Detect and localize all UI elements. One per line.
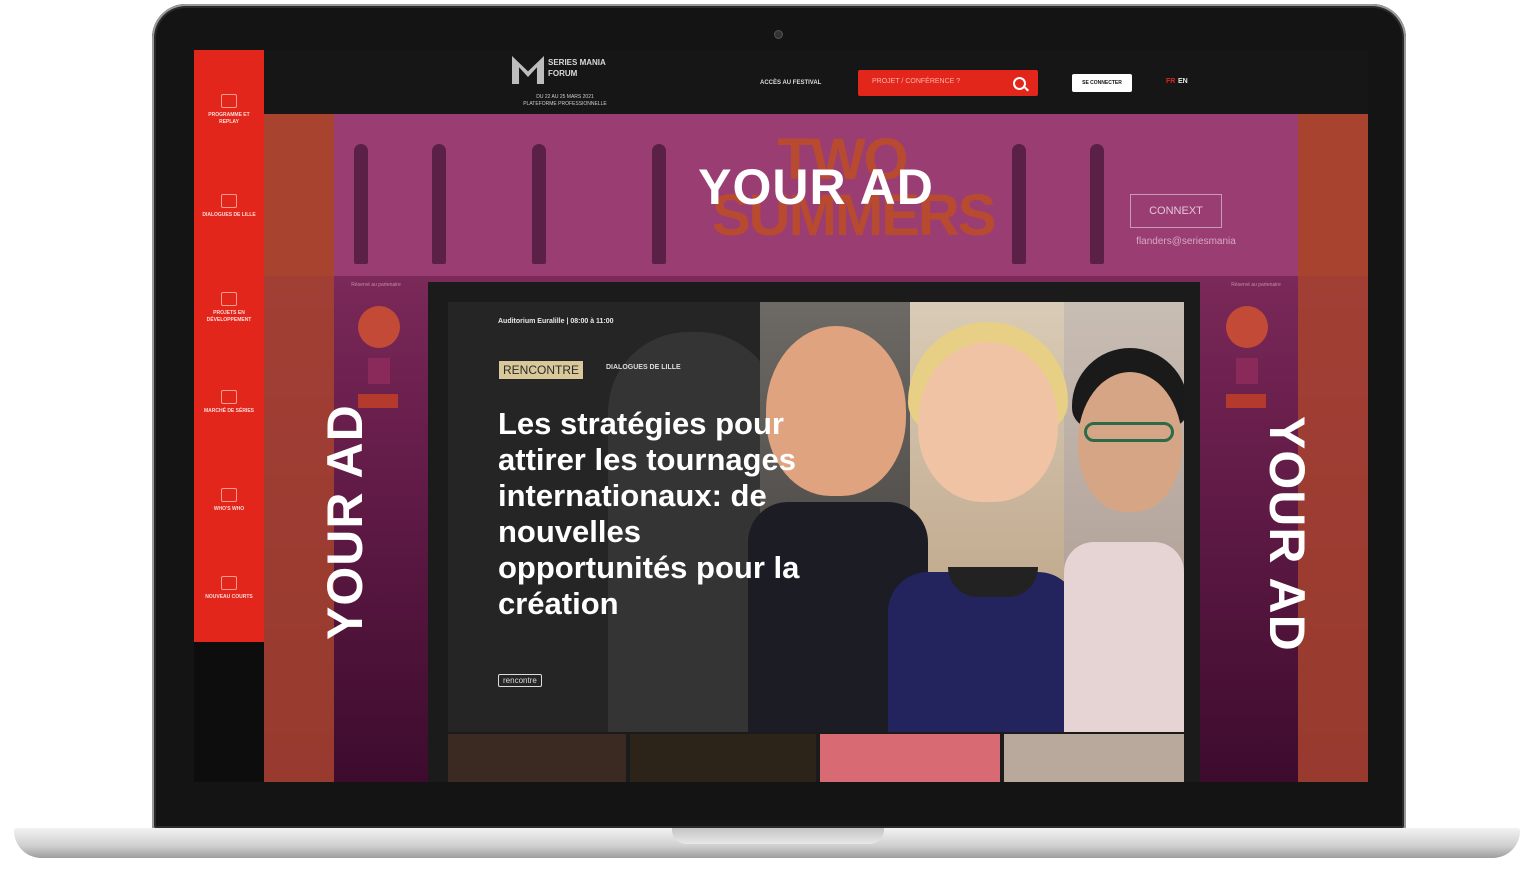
side-ad-badge-icon bbox=[1236, 358, 1258, 384]
lang-en[interactable]: EN bbox=[1178, 78, 1188, 85]
main-content: TWO SUMMERS CONNEXT flanders@seriesmania… bbox=[264, 114, 1368, 782]
sidebar-item-label: PROGRAMME ET REPLAY bbox=[208, 112, 250, 125]
sidebar-item-label: WHO'S WHO bbox=[213, 506, 245, 512]
market-icon bbox=[221, 390, 237, 404]
speaker-3-jacket bbox=[1064, 542, 1184, 732]
sidebar-item-projets[interactable]: PROJETS EN DÉVELOPPEMENT bbox=[198, 292, 260, 324]
hero-section: Auditorium Euralille | 08:00 à 11:00 REN… bbox=[428, 282, 1200, 782]
logo-line2: FORUM bbox=[548, 69, 578, 78]
lang-fr[interactable]: FR bbox=[1166, 78, 1175, 85]
thumbnail-card[interactable] bbox=[820, 734, 1000, 782]
laptop-screen: PROGRAMME ET REPLAY DIALOGUES DE LILLE P… bbox=[194, 50, 1368, 782]
hero-card[interactable]: Auditorium Euralille | 08:00 à 11:00 REN… bbox=[448, 302, 1184, 732]
sidebar-item-courts[interactable]: NOUVEAU COURTS bbox=[198, 576, 260, 601]
side-ad-small-text: Réservé au partenaire bbox=[351, 282, 401, 288]
series-mania-logo-icon[interactable] bbox=[512, 56, 544, 84]
hero-venue: Auditorium Euralille | 08:00 à 11:00 bbox=[498, 318, 614, 325]
sidebar-item-label: PROJETS EN DÉVELOPPEMENT bbox=[206, 310, 252, 323]
sidebar-item-whos-who[interactable]: WHO'S WHO bbox=[198, 488, 260, 513]
search-icon[interactable] bbox=[1013, 77, 1026, 90]
logo-text[interactable]: SERIES MANIA FORUM bbox=[548, 57, 628, 79]
lightbulb-icon bbox=[221, 292, 237, 306]
left-side-ad[interactable]: Réservé au partenaire YOUR AD bbox=[264, 276, 428, 782]
sidebar-item-label: MARCHÉ DE SÉRIES bbox=[203, 408, 254, 414]
side-ad-circle bbox=[1226, 306, 1268, 348]
top-banner-ad[interactable]: TWO SUMMERS CONNEXT flanders@seriesmania… bbox=[264, 114, 1368, 276]
sidebar-item-label: DIALOGUES DE LILLE bbox=[202, 212, 256, 218]
top-ad-label: YOUR AD bbox=[698, 159, 934, 215]
banner-brand-sub: flanders@seriesmania bbox=[1136, 236, 1236, 247]
program-icon bbox=[221, 94, 237, 108]
side-ad-circle bbox=[358, 306, 400, 348]
sidebar-item-label: NOUVEAU COURTS bbox=[205, 594, 253, 600]
top-bar: SERIES MANIA FORUM DU 22 AU 25 MARS 2021… bbox=[264, 50, 1368, 114]
dates-text: DU 22 AU 25 MARS 2021 bbox=[536, 94, 594, 100]
hero-tag-rencontre[interactable]: RENCONTRE bbox=[498, 360, 585, 380]
side-ad-tag bbox=[1226, 394, 1266, 408]
platform-text: PLATEFORME PROFESSIONNELLE bbox=[523, 101, 607, 107]
thumbnail-card[interactable] bbox=[448, 734, 626, 782]
laptop-notch bbox=[672, 828, 884, 844]
right-ad-label: YOUR AD bbox=[1259, 416, 1315, 652]
speaker-3-glasses bbox=[1084, 422, 1174, 442]
hero-rencontre-button[interactable]: rencontre bbox=[498, 674, 542, 687]
sidebar-item-marche[interactable]: MARCHÉ DE SÉRIES bbox=[198, 390, 260, 415]
side-ad-small-text: Réservé au partenaire bbox=[1231, 282, 1281, 288]
webcam-icon bbox=[774, 30, 783, 39]
thumbnail-card[interactable] bbox=[630, 734, 816, 782]
event-dates: DU 22 AU 25 MARS 2021 PLATEFORME PROFESS… bbox=[500, 94, 630, 108]
logo-line1: SERIES MANIA bbox=[548, 58, 606, 67]
hero-tag-dialogues[interactable]: DIALOGUES DE LILLE bbox=[606, 364, 681, 371]
dialogue-icon bbox=[221, 194, 237, 208]
connect-button[interactable]: SE CONNECTER bbox=[1072, 74, 1132, 92]
speaker-3-face bbox=[1078, 372, 1182, 512]
side-ad-badge-icon bbox=[368, 358, 390, 384]
sidebar-item-programme[interactable]: PROGRAMME ET REPLAY bbox=[198, 94, 260, 126]
thumbnail-card[interactable] bbox=[1004, 734, 1184, 782]
search-bar[interactable]: PROJET / CONFÉRENCE ? bbox=[858, 70, 1038, 96]
sidebar: PROGRAMME ET REPLAY DIALOGUES DE LILLE P… bbox=[194, 50, 264, 642]
shorts-icon bbox=[221, 576, 237, 590]
right-side-ad[interactable]: Réservé au partenaire YOUR AD bbox=[1204, 276, 1368, 782]
hero-headline[interactable]: Les stratégies pour attirer les tournage… bbox=[498, 406, 838, 622]
nav-acces-festival[interactable]: ACCÈS AU FESTIVAL bbox=[760, 80, 821, 86]
left-ad-label: YOUR AD bbox=[317, 404, 373, 640]
search-input[interactable]: PROJET / CONFÉRENCE ? bbox=[872, 78, 960, 85]
sidebar-item-dialogues[interactable]: DIALOGUES DE LILLE bbox=[198, 194, 260, 219]
people-icon bbox=[221, 488, 237, 502]
speaker-2-face bbox=[918, 342, 1058, 502]
